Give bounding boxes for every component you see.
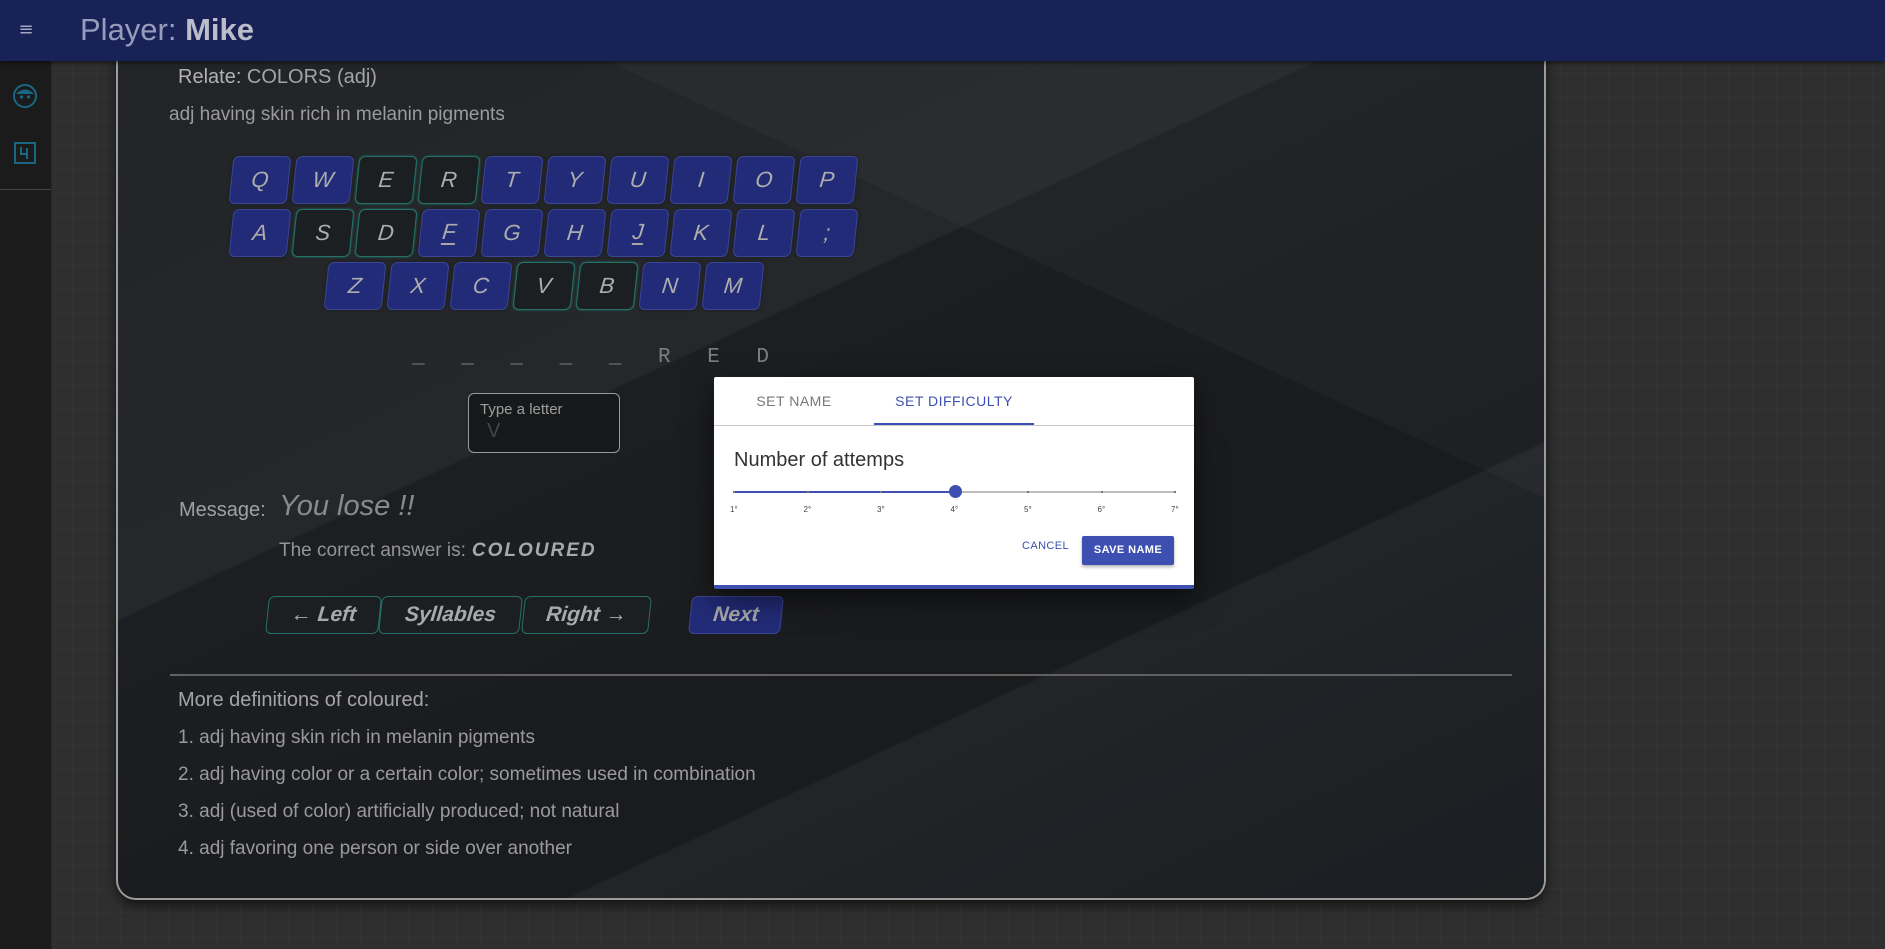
slider-tick-label: 7° bbox=[1171, 505, 1179, 514]
tab-set-difficulty[interactable]: SET DIFFICULTY bbox=[874, 377, 1034, 425]
tab-set-name[interactable]: SET NAME bbox=[714, 377, 874, 425]
slider-tick-label: 4° bbox=[950, 505, 959, 514]
dialog-heading: Number of attemps bbox=[734, 449, 905, 471]
cancel-button[interactable]: CANCEL bbox=[1022, 540, 1069, 552]
slider-thumb[interactable] bbox=[948, 485, 962, 498]
slider-tick-label: 5° bbox=[1024, 505, 1032, 514]
slider-tick bbox=[880, 491, 882, 493]
slider-tick-label: 6° bbox=[1097, 505, 1106, 514]
slider-tick bbox=[806, 491, 809, 493]
slider-tick-label: 1° bbox=[730, 505, 738, 514]
slider-tick bbox=[733, 491, 735, 493]
difficulty-dialog: SET NAME SET DIFFICULTY Number of attemp… bbox=[714, 377, 1194, 589]
slider-tick bbox=[1027, 491, 1029, 493]
dialog-tabs: SET NAME SET DIFFICULTY bbox=[714, 377, 1194, 426]
slider-tick bbox=[1100, 491, 1103, 493]
save-name-button[interactable]: SAVE NAME bbox=[1082, 536, 1174, 565]
slider-tick-label: 3° bbox=[877, 505, 885, 514]
slider-tick bbox=[1174, 491, 1176, 493]
slider-tick-label: 2° bbox=[803, 505, 812, 514]
slider-fill bbox=[734, 491, 955, 493]
attempts-slider[interactable]: 1° 2° 3° 4° 5° 6° 7° bbox=[730, 483, 1179, 523]
